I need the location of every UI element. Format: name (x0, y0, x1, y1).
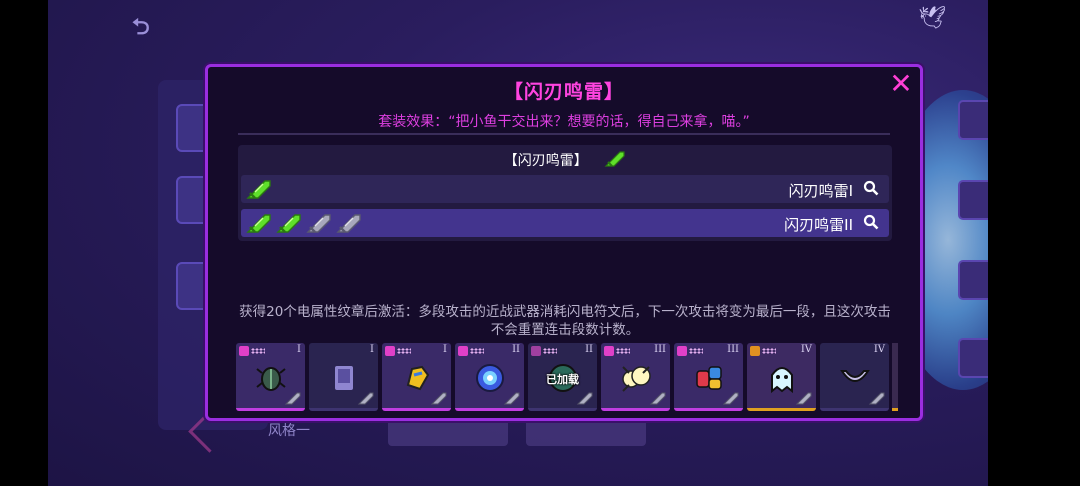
emblem-card[interactable]: III (601, 343, 670, 411)
grey-sword-icon (357, 392, 374, 405)
set-header: 【闪刃鸣雷】 (238, 150, 892, 172)
emblem-card[interactable]: IV (820, 343, 889, 411)
green-sword-icon (246, 214, 271, 233)
green-sword-icon (276, 214, 301, 233)
background-right-column (958, 100, 988, 400)
ghost-icon (771, 367, 793, 394)
grey-sword-icon (284, 392, 301, 405)
green-sword-icon (604, 150, 626, 172)
grey-sword-icon (306, 214, 331, 233)
set-tier-row-1[interactable]: 闪刃鸣雷I (241, 175, 889, 203)
set-bonus-dialog: 【闪刃鸣雷】 ✕ 套装效果：“把小鱼干交出来？想要的话，得自己来拿，喵。” 【闪… (205, 64, 923, 421)
tier-label: 闪刃鸣雷I (788, 182, 853, 200)
rank-label: IV (800, 344, 812, 355)
grey-sword-icon (430, 392, 447, 405)
grey-sword-icon (576, 392, 593, 405)
glove-icon (406, 365, 430, 391)
set-tier-row-2[interactable]: 闪刃鸣雷II (241, 209, 889, 237)
dots-icon (397, 348, 411, 354)
emblem-card[interactable]: I (382, 343, 451, 411)
dots-icon (470, 348, 484, 354)
grey-sword-icon (868, 392, 885, 405)
cloud-icon (622, 366, 651, 392)
rank-label: I (370, 344, 374, 355)
beetle-icon (256, 367, 286, 391)
bird-icon: 🕊 (918, 6, 946, 31)
activation-description: 获得20个电属性纹章后激活：多段攻击的近战武器消耗闪电符文后，下一次攻击将变为最… (239, 304, 891, 338)
rank-label: IV (873, 344, 885, 355)
background-slot (958, 338, 988, 378)
rank-label: II (512, 344, 520, 355)
close-button[interactable]: ✕ (888, 70, 914, 98)
dots-icon (543, 348, 557, 354)
rarity-tag (677, 346, 687, 356)
emblem-card[interactable]: I (309, 343, 378, 411)
claw-icon (840, 370, 870, 382)
dots-icon (689, 348, 703, 354)
grey-sword-icon (795, 392, 812, 405)
equipped-label: 已加载 (546, 373, 579, 386)
rarity-tag (604, 346, 614, 356)
tier-label: 闪刃鸣雷II (784, 216, 853, 234)
emblem-list: I I I II II 已加载 III III IV IV (236, 343, 898, 413)
grey-sword-icon (336, 214, 361, 233)
dialog-title: 【闪刃鸣雷】 (503, 81, 624, 103)
rarity-tag (531, 346, 541, 356)
background-slot (958, 260, 988, 300)
rarity-tag (458, 346, 468, 356)
scroll-icon (333, 364, 355, 392)
grey-sword-icon (503, 392, 520, 405)
rank-label: I (297, 344, 301, 355)
background-slot (958, 180, 988, 220)
rank-label: I (443, 344, 447, 355)
set-header-label: 【闪刃鸣雷】 (503, 153, 588, 169)
dots-icon (251, 348, 265, 354)
background-button[interactable] (388, 418, 508, 446)
emblem-card[interactable]: III (674, 343, 743, 411)
rank-label: III (654, 344, 666, 355)
search-icon[interactable] (863, 180, 879, 196)
set-effect-text: 套装效果：“把小鱼干交出来？想要的话，得自己来拿，喵。” (378, 114, 750, 130)
jars-icon (696, 366, 722, 390)
rank-label: III (727, 344, 739, 355)
back-arrow-icon[interactable]: ⮌ (132, 16, 166, 40)
background-button[interactable] (526, 418, 646, 446)
set-tiers-panel: 【闪刃鸣雷】 闪刃鸣雷I 闪刃鸣雷II (238, 145, 892, 241)
rank-label: II (585, 344, 593, 355)
background-slot (958, 100, 988, 140)
green-sword-icon (246, 180, 271, 199)
style-label: 风格一 (268, 423, 310, 439)
dots-icon (762, 348, 776, 354)
dots-icon (616, 348, 630, 354)
rarity-tag (239, 346, 249, 356)
grey-sword-icon (649, 392, 666, 405)
search-icon[interactable] (863, 214, 879, 230)
emblem-card-partial[interactable] (892, 343, 898, 411)
emblem-card[interactable]: IV (747, 343, 816, 411)
rarity-tag (385, 346, 395, 356)
orb-icon (476, 364, 504, 392)
divider (238, 133, 890, 135)
emblem-card[interactable]: I (236, 343, 305, 411)
rarity-tag (750, 346, 760, 356)
emblem-card[interactable]: II (455, 343, 524, 411)
grey-sword-icon (722, 392, 739, 405)
emblem-card[interactable]: II 已加载 (528, 343, 597, 411)
